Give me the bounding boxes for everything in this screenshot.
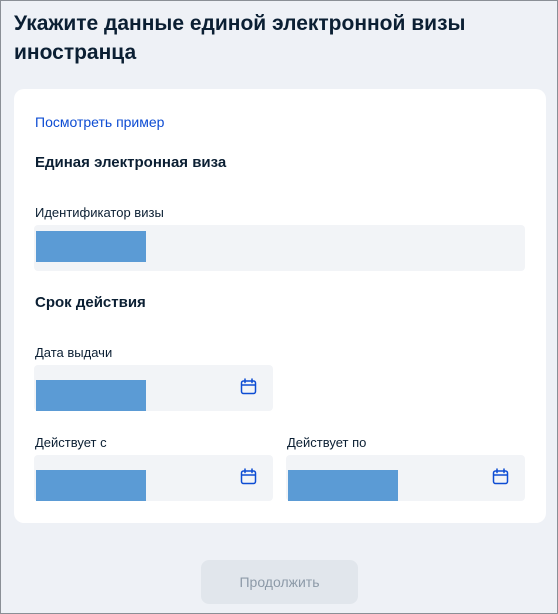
page-title: Укажите данные единой электронной визы и… bbox=[14, 12, 466, 64]
visa-section-title: Единая электронная виза bbox=[35, 154, 227, 171]
redacted-value bbox=[288, 470, 398, 501]
redacted-value bbox=[36, 470, 146, 501]
valid-from-label: Действует с bbox=[35, 435, 107, 450]
valid-from-input[interactable] bbox=[34, 455, 273, 501]
calendar-icon[interactable] bbox=[240, 468, 257, 485]
valid-to-input[interactable] bbox=[286, 455, 525, 501]
valid-to-label: Действует по bbox=[287, 435, 367, 450]
visa-form-card: Посмотреть пример Единая электронная виз… bbox=[14, 89, 546, 523]
calendar-icon[interactable] bbox=[492, 468, 509, 485]
visa-id-input[interactable] bbox=[34, 225, 525, 271]
visa-id-label: Идентификатор визы bbox=[35, 205, 164, 220]
calendar-icon[interactable] bbox=[240, 378, 257, 395]
continue-button[interactable]: Продолжить bbox=[201, 560, 358, 604]
redacted-value bbox=[36, 231, 146, 262]
redacted-value bbox=[36, 380, 146, 411]
validity-section-title: Срок действия bbox=[35, 294, 146, 311]
issue-date-input[interactable] bbox=[34, 365, 273, 411]
view-example-link[interactable]: Посмотреть пример bbox=[35, 114, 164, 130]
issue-date-label: Дата выдачи bbox=[35, 345, 113, 360]
